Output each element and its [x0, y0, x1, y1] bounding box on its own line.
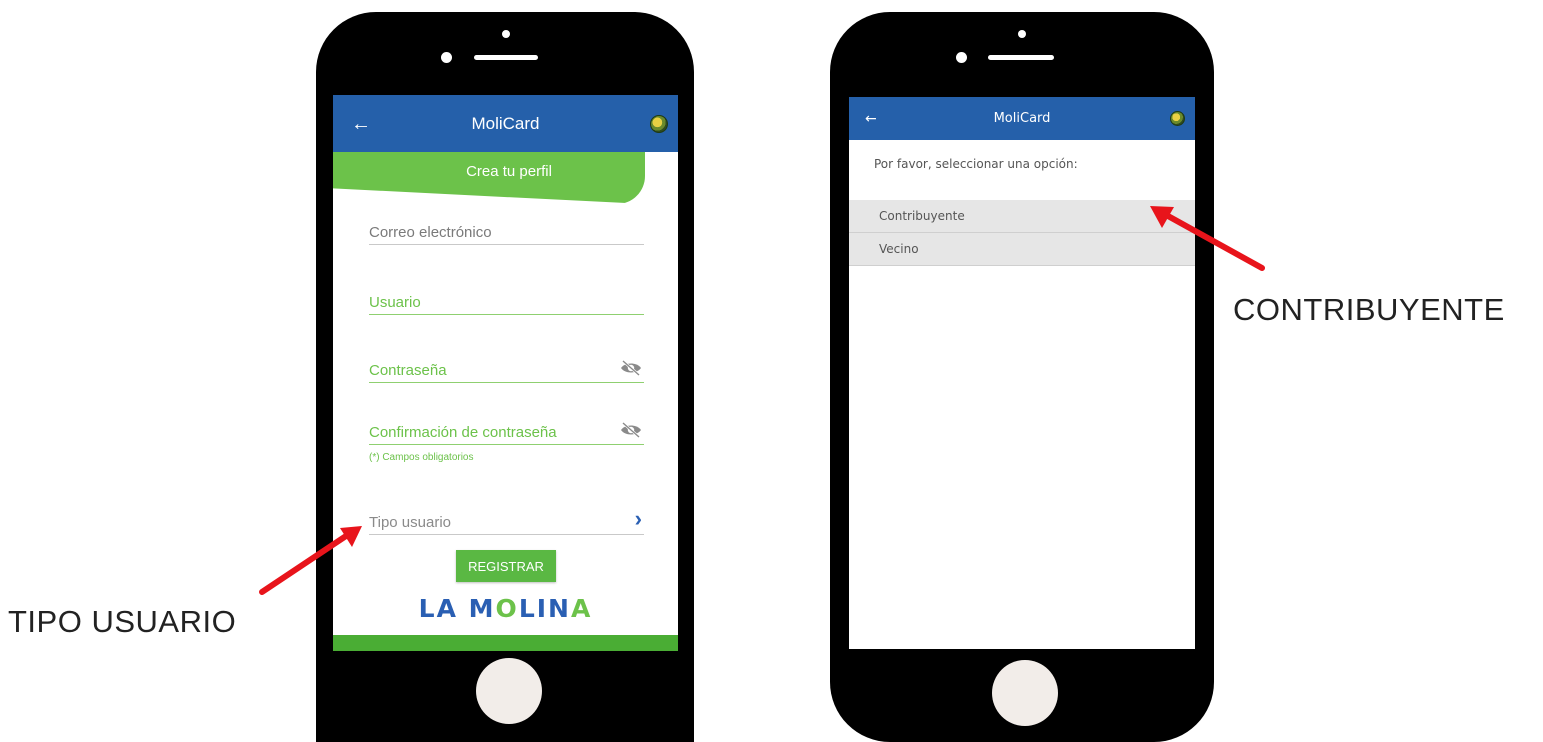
app-title: MoliCard — [993, 111, 1051, 126]
register-screen: ← MoliCard Crea tu perfil Correo electró… — [333, 95, 678, 651]
password-field-label: Contraseña — [369, 362, 447, 379]
user-type-selector[interactable]: Tipo usuario › — [369, 503, 644, 535]
bottom-green-stripe — [333, 635, 678, 651]
speaker-grille — [474, 55, 538, 60]
select-option-prompt: Por favor, seleccionar una opción: — [874, 157, 1078, 171]
user-type-label: Tipo usuario — [369, 514, 451, 531]
camera-dot — [956, 52, 967, 63]
la-molina-logo: LA MOLINA — [333, 594, 678, 623]
eye-off-icon[interactable] — [620, 422, 642, 438]
phone-mockup-register: ← MoliCard Crea tu perfil Correo electró… — [316, 12, 694, 742]
required-fields-note: (*) Campos obligatorios — [369, 452, 474, 463]
home-button[interactable] — [992, 660, 1058, 726]
email-field[interactable]: Correo electrónico — [369, 213, 644, 245]
app-title: MoliCard — [471, 113, 540, 133]
municipality-badge-icon — [650, 114, 668, 133]
logo-text-part1: LA M — [418, 594, 496, 623]
app-bar: ← MoliCard — [849, 97, 1195, 140]
password-confirm-field[interactable]: Confirmación de contraseña — [369, 413, 644, 445]
chevron-right-icon: › — [634, 506, 642, 531]
logo-text-part3: LIN — [518, 594, 571, 623]
arrow-left-icon[interactable]: ← — [865, 112, 877, 126]
password-field[interactable]: Contraseña — [369, 351, 644, 383]
annotation-tipo-usuario-label: TIPO USUARIO — [8, 604, 237, 639]
front-sensor-dot — [1018, 30, 1026, 38]
username-field-label: Usuario — [369, 294, 421, 311]
option-label: Contribuyente — [879, 209, 965, 223]
logo-text-part4: A — [570, 594, 593, 623]
phone-mockup-select: ← MoliCard Por favor, seleccionar una op… — [830, 12, 1214, 742]
email-field-label: Correo electrónico — [369, 224, 492, 241]
front-sensor-dot — [502, 30, 510, 38]
arrow-left-icon[interactable]: ← — [351, 114, 371, 134]
password-confirm-field-label: Confirmación de contraseña — [369, 424, 557, 441]
option-contribuyente[interactable]: Contribuyente — [849, 200, 1195, 233]
annotation-contribuyente-label: CONTRIBUYENTE — [1233, 292, 1505, 327]
register-button[interactable]: REGISTRAR — [456, 550, 556, 582]
option-vecino[interactable]: Vecino — [849, 233, 1195, 266]
speaker-grille — [988, 55, 1054, 60]
logo-text-part2: O — [495, 594, 519, 623]
municipality-badge-icon — [1170, 111, 1185, 126]
app-bar: ← MoliCard — [333, 95, 678, 152]
banner-title: Crea tu perfil — [466, 162, 552, 180]
camera-dot — [441, 52, 452, 63]
create-profile-banner: Crea tu perfil — [333, 152, 645, 204]
option-label: Vecino — [879, 242, 919, 256]
home-button[interactable] — [476, 658, 542, 724]
select-user-type-screen: ← MoliCard Por favor, seleccionar una op… — [849, 97, 1195, 649]
eye-off-icon[interactable] — [620, 360, 642, 376]
username-field[interactable]: Usuario — [369, 283, 644, 315]
